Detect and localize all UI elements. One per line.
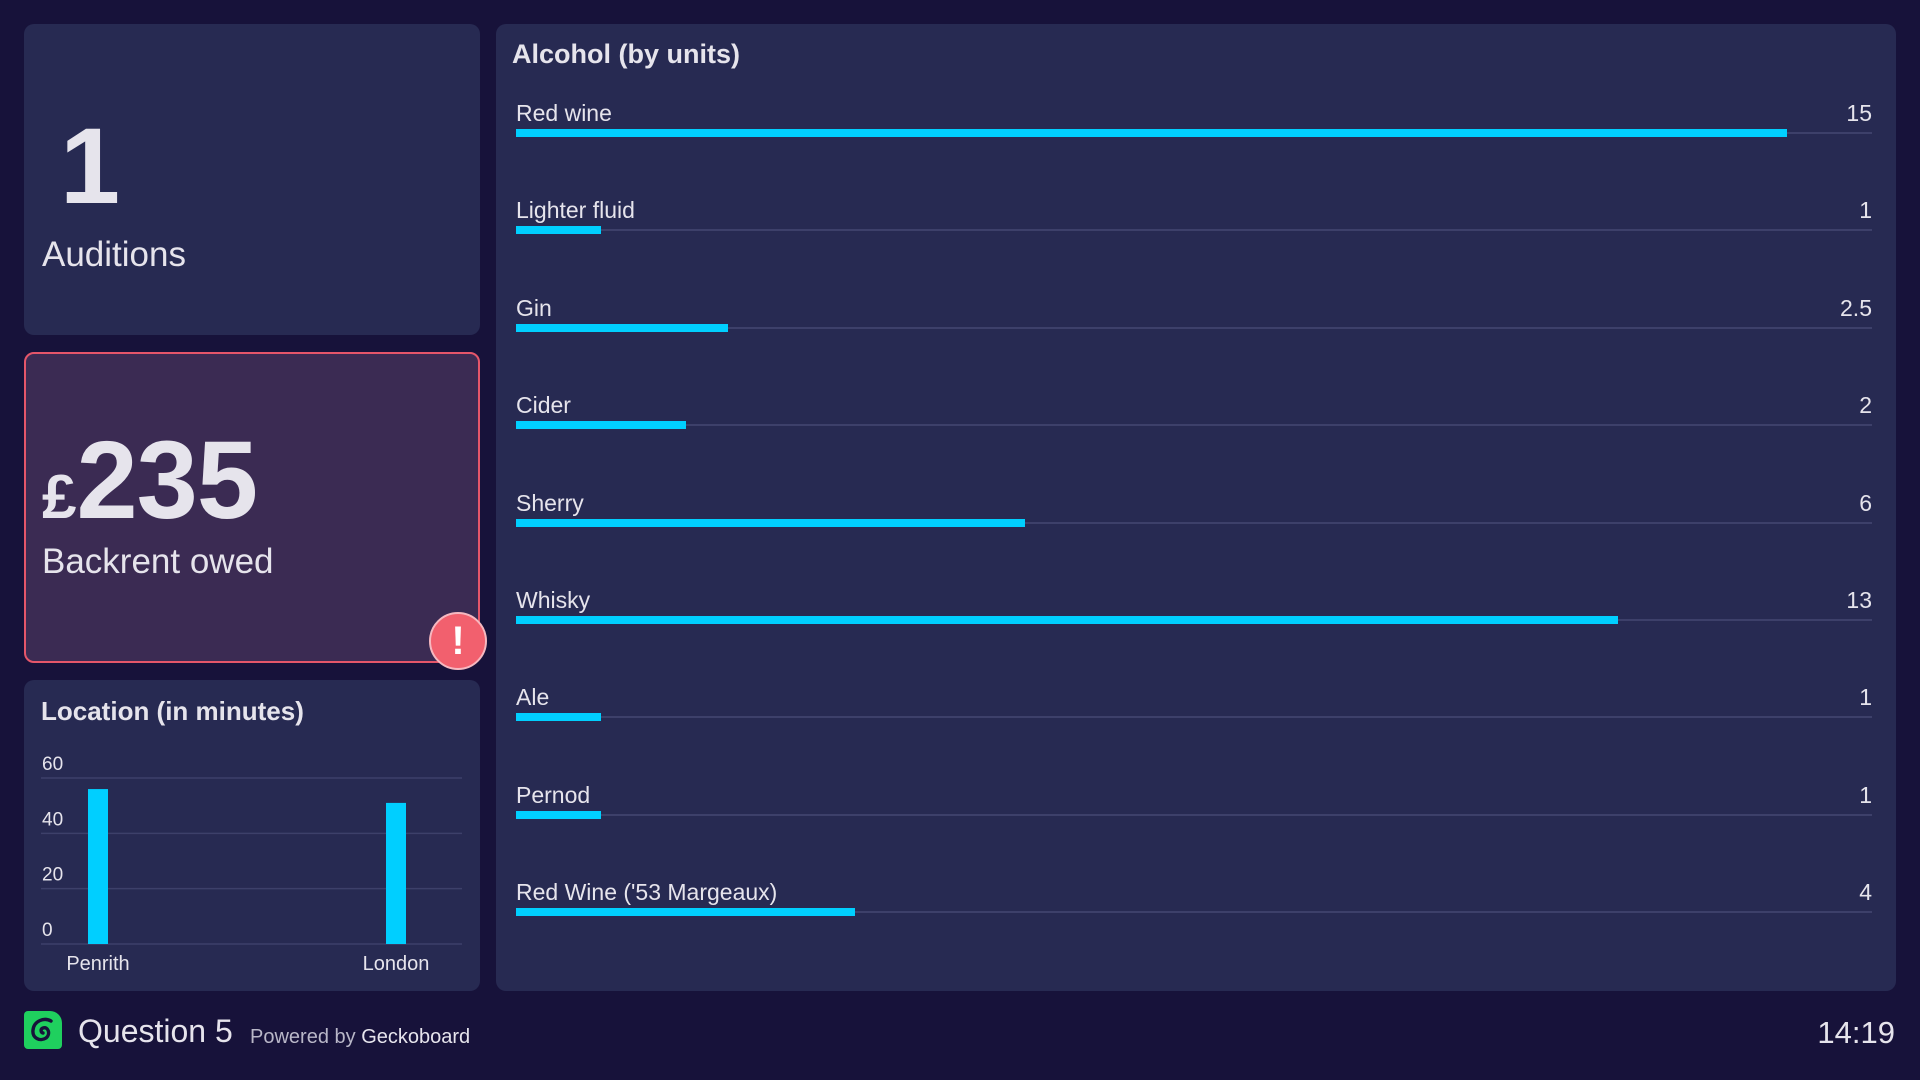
alcohol-row-value: 13: [1846, 587, 1872, 613]
alcohol-row-label: Pernod: [516, 781, 591, 808]
alcohol-row-label: Sherry: [516, 489, 584, 516]
alcohol-row-bar: [516, 908, 855, 917]
alcohol-row-label: Gin: [516, 294, 552, 321]
alcohol-row: Red Wine ('53 Margeaux) 4: [516, 881, 1872, 941]
alcohol-row-value: 2: [1859, 392, 1872, 419]
clock: 14:19: [1817, 1015, 1895, 1050]
alcohol-row-value: 1: [1859, 197, 1872, 224]
alcohol-row-bar: [516, 810, 601, 819]
geckoboard-logo-icon: [24, 1011, 62, 1049]
alcohol-row-bar: [516, 226, 601, 235]
location-bar-london: [386, 802, 406, 944]
powered-by-prefix: Powered by: [250, 1026, 356, 1048]
y-tick-label: 20: [42, 865, 63, 886]
exclamation-icon: !: [451, 619, 465, 663]
x-tick-label: London: [363, 953, 430, 975]
powered-by: Powered by Geckoboard: [250, 1027, 470, 1047]
alcohol-row: Sherry 6: [516, 489, 1872, 552]
auditions-value: 1: [60, 105, 120, 226]
alcohol-row-track: [516, 716, 1872, 719]
alcohol-row-bar: [516, 323, 728, 332]
alcohol-row-value: 15: [1846, 100, 1872, 126]
alcohol-row: Cider 2: [516, 394, 1872, 454]
alcohol-row-value: 6: [1859, 489, 1872, 516]
alcohol-row: Ale 1: [516, 686, 1872, 746]
dashboard-title: Question 5: [78, 1013, 233, 1049]
alcohol-row-label: Cider: [516, 392, 571, 419]
backrent-widget: £235 Backrent owed: [24, 352, 480, 663]
auditions-widget: 1 Auditions: [24, 24, 480, 335]
backrent-label: Backrent owed: [42, 542, 274, 581]
alcohol-row: Pernod 1: [516, 781, 1872, 844]
alcohol-widget: Alcohol (by units) Red wine 15 Lighter flu…: [496, 24, 1896, 991]
y-tick-label: 40: [42, 809, 63, 830]
alcohol-row-bar: [516, 713, 601, 722]
alert-badge: !: [429, 612, 487, 670]
location-widget: Location (in minutes) 0 20 40 60 Penrith Lond…: [24, 680, 480, 991]
backrent-amount: 235: [76, 419, 258, 542]
alcohol-row-bar: [516, 421, 686, 430]
alcohol-row-track: [516, 424, 1872, 427]
alcohol-row-label: Red wine: [516, 100, 612, 126]
x-tick-label: Penrith: [66, 953, 129, 975]
alcohol-row: Gin 2.5: [516, 294, 1872, 357]
powered-by-brand[interactable]: Geckoboard: [361, 1026, 470, 1048]
alcohol-chart-title: Alcohol (by units): [512, 39, 740, 69]
alcohol-row-label: Red Wine ('53 Margeaux): [516, 879, 778, 906]
alcohol-row-bar: [516, 129, 1787, 137]
alcohol-row-track: [516, 813, 1872, 816]
alcohol-row-label: Lighter fluid: [516, 197, 635, 224]
alcohol-row-value: 1: [1859, 781, 1872, 808]
alcohol-row-value: 4: [1859, 879, 1872, 906]
alcohol-row: Lighter fluid 1: [516, 199, 1872, 259]
alcohol-row-track: [516, 229, 1872, 232]
alcohol-row-value: 1: [1859, 684, 1872, 711]
alcohol-row-bar: [516, 616, 1618, 624]
alcohol-row-bar: [516, 518, 1025, 527]
alcohol-row: Whisky 13: [516, 589, 1872, 649]
auditions-label: Auditions: [42, 235, 186, 274]
alcohol-row-label: Ale: [516, 684, 550, 711]
location-chart: 0 20 40 60 Penrith London: [41, 754, 462, 975]
alcohol-row-label: Whisky: [516, 587, 591, 613]
currency-symbol: £: [42, 463, 77, 532]
y-tick-label: 60: [42, 754, 63, 775]
y-tick-label: 0: [42, 920, 53, 941]
location-bar-penrith: [88, 789, 108, 944]
alcohol-row-value: 2.5: [1840, 294, 1872, 321]
backrent-value: £235: [42, 426, 258, 536]
alcohol-row: Red wine 15: [516, 102, 1872, 162]
